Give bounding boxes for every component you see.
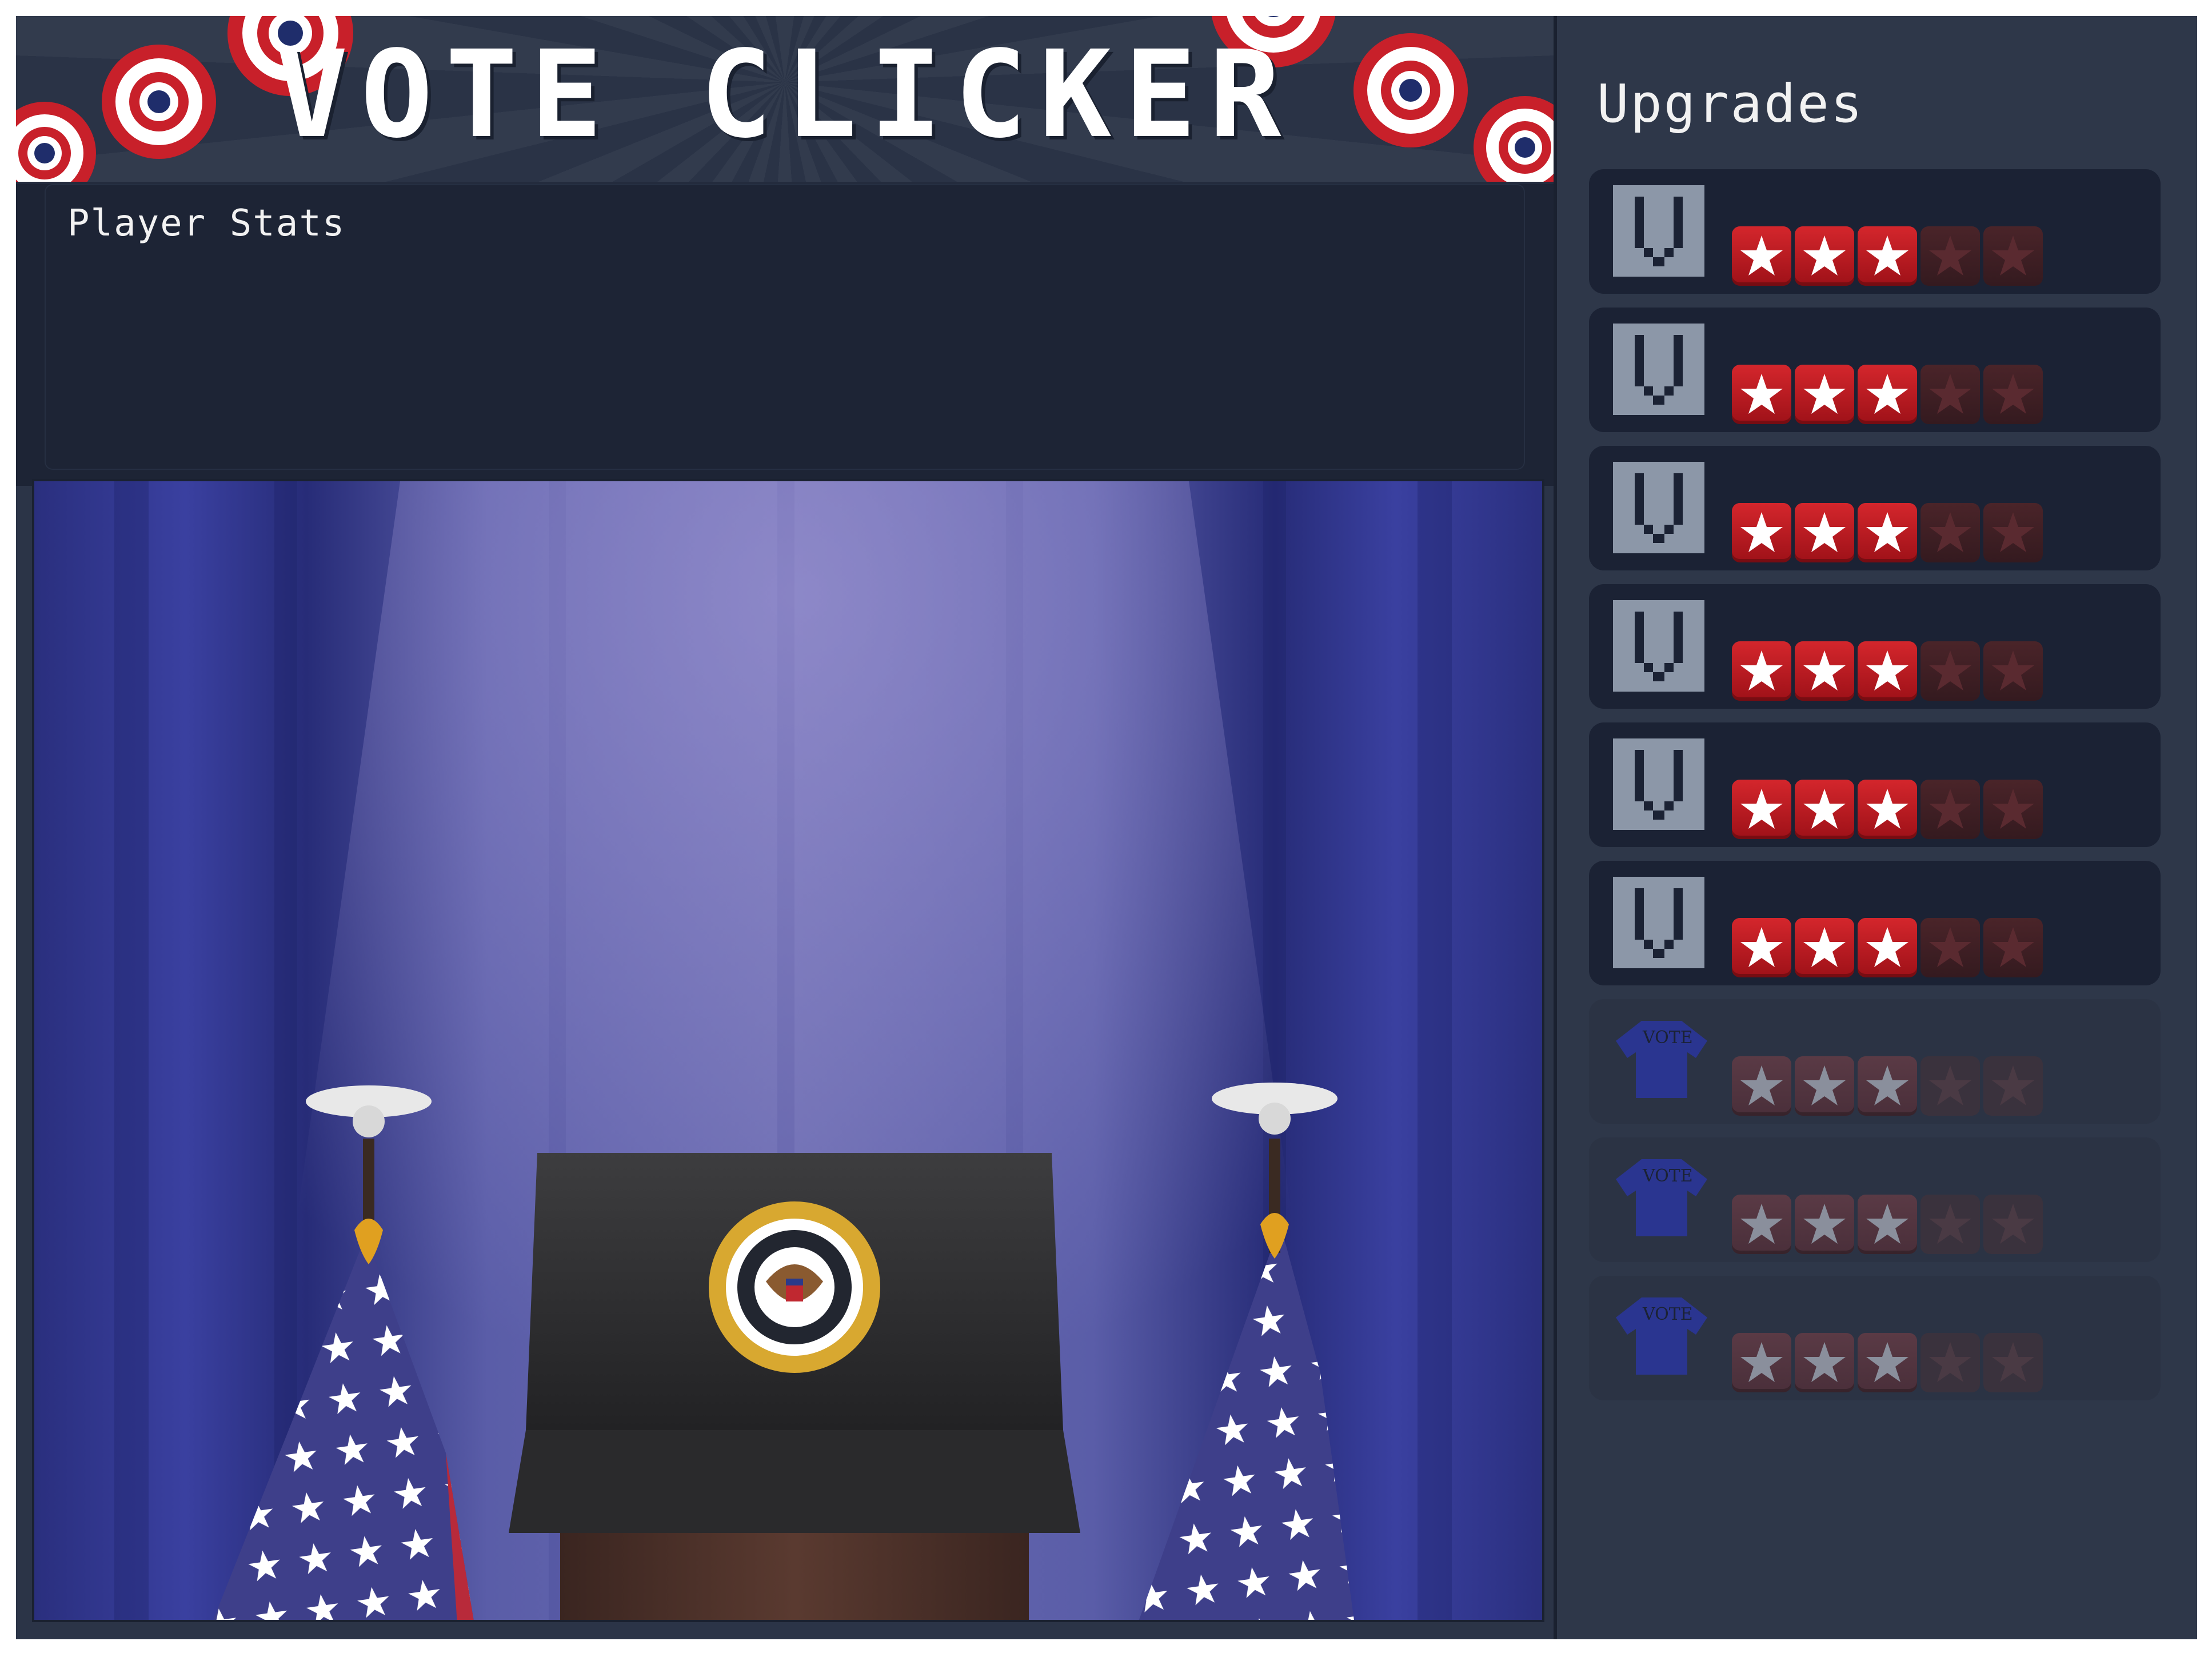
- tshirt-label: VOTE: [1643, 1304, 1693, 1324]
- upgrade-rating: [1732, 1195, 2043, 1254]
- star-empty-icon: [1920, 1195, 1980, 1254]
- upgrade-rating: [1732, 641, 2043, 701]
- vote-letter-icon: [1613, 324, 1704, 415]
- star-filled-icon: [1732, 780, 1791, 839]
- upgrades-list: VOTE VOTE VOTE: [1589, 169, 2161, 1414]
- upgrade-rating: [1732, 1333, 2043, 1392]
- upgrade-rating: [1732, 918, 2043, 977]
- upgrade-rating: [1732, 226, 2043, 286]
- star-empty-icon: [1920, 641, 1980, 701]
- vote-letter-icon: [1613, 462, 1704, 553]
- vote-tshirt-icon: VOTE: [1613, 1153, 1707, 1245]
- click-stage[interactable]: [32, 479, 1544, 1622]
- star-filled-icon: [1732, 918, 1791, 977]
- star-empty-icon: [1983, 365, 2043, 424]
- star-empty-icon: [1920, 1333, 1980, 1392]
- star-filled-icon: [1732, 365, 1791, 424]
- player-stats-title: Player Stats: [67, 202, 346, 245]
- star-filled-icon: [1795, 1333, 1854, 1392]
- presidential-seal-icon: [709, 1201, 880, 1373]
- player-stats-panel: Player Stats: [16, 182, 1554, 486]
- vote-letter-icon: [1613, 738, 1704, 830]
- upgrade-item[interactable]: [1589, 722, 2161, 847]
- star-empty-icon: [1983, 780, 2043, 839]
- star-filled-icon: [1795, 1056, 1854, 1116]
- star-filled-icon: [1732, 1195, 1791, 1254]
- game-title: VOTE CLICKER: [275, 25, 1294, 165]
- star-empty-icon: [1920, 780, 1980, 839]
- star-filled-icon: [1795, 503, 1854, 562]
- star-filled-icon: [1732, 1333, 1791, 1392]
- upgrade-item[interactable]: [1589, 169, 2161, 294]
- vote-tshirt-icon: VOTE: [1613, 1015, 1707, 1107]
- star-filled-icon: [1858, 1056, 1917, 1116]
- star-empty-icon: [1983, 918, 2043, 977]
- upgrades-sidebar: Upgrades VOTE VOTE VOTE: [1554, 16, 2197, 1639]
- upgrades-title: Upgrades: [1597, 73, 1864, 134]
- star-filled-icon: [1858, 1195, 1917, 1254]
- stage-scene[interactable]: [34, 481, 1544, 1622]
- star-filled-icon: [1858, 641, 1917, 701]
- tshirt-label: VOTE: [1643, 1166, 1693, 1186]
- star-empty-icon: [1920, 226, 1980, 286]
- star-filled-icon: [1858, 1333, 1917, 1392]
- star-filled-icon: [1858, 918, 1917, 977]
- star-filled-icon: [1795, 226, 1854, 286]
- star-filled-icon: [1858, 226, 1917, 286]
- upgrade-item[interactable]: VOTE: [1589, 1137, 2161, 1262]
- star-filled-icon: [1795, 365, 1854, 424]
- vote-letter-icon: [1613, 877, 1704, 968]
- star-filled-icon: [1795, 1195, 1854, 1254]
- upgrade-item[interactable]: [1589, 861, 2161, 985]
- star-filled-icon: [1732, 503, 1791, 562]
- tshirt-label: VOTE: [1643, 1028, 1693, 1048]
- upgrade-item[interactable]: [1589, 446, 2161, 570]
- upgrade-rating: [1732, 780, 2043, 839]
- upgrade-item[interactable]: [1589, 584, 2161, 709]
- star-empty-icon: [1920, 365, 1980, 424]
- vote-letter-icon: [1613, 600, 1704, 692]
- podium[interactable]: [509, 1153, 1080, 1622]
- star-empty-icon: [1920, 918, 1980, 977]
- upgrade-item[interactable]: [1589, 308, 2161, 432]
- star-filled-icon: [1732, 641, 1791, 701]
- star-filled-icon: [1732, 226, 1791, 286]
- upgrade-item[interactable]: VOTE: [1589, 1276, 2161, 1400]
- star-filled-icon: [1858, 365, 1917, 424]
- star-filled-icon: [1732, 1056, 1791, 1116]
- star-empty-icon: [1920, 503, 1980, 562]
- star-filled-icon: [1795, 918, 1854, 977]
- star-empty-icon: [1983, 1333, 2043, 1392]
- star-empty-icon: [1983, 226, 2043, 286]
- star-filled-icon: [1858, 780, 1917, 839]
- star-empty-icon: [1983, 1195, 2043, 1254]
- game-area: VOTE CLICKER Player Stats: [16, 16, 1554, 1639]
- star-filled-icon: [1795, 780, 1854, 839]
- vote-tshirt-icon: VOTE: [1613, 1292, 1707, 1383]
- vote-letter-icon: [1613, 185, 1704, 277]
- star-filled-icon: [1795, 641, 1854, 701]
- upgrade-rating: [1732, 1056, 2043, 1116]
- star-filled-icon: [1858, 503, 1917, 562]
- star-empty-icon: [1983, 1056, 2043, 1116]
- upgrade-rating: [1732, 365, 2043, 424]
- star-empty-icon: [1983, 641, 2043, 701]
- star-empty-icon: [1920, 1056, 1980, 1116]
- upgrade-item[interactable]: VOTE: [1589, 999, 2161, 1124]
- star-empty-icon: [1983, 503, 2043, 562]
- header: VOTE CLICKER: [16, 16, 1554, 182]
- upgrade-rating: [1732, 503, 2043, 562]
